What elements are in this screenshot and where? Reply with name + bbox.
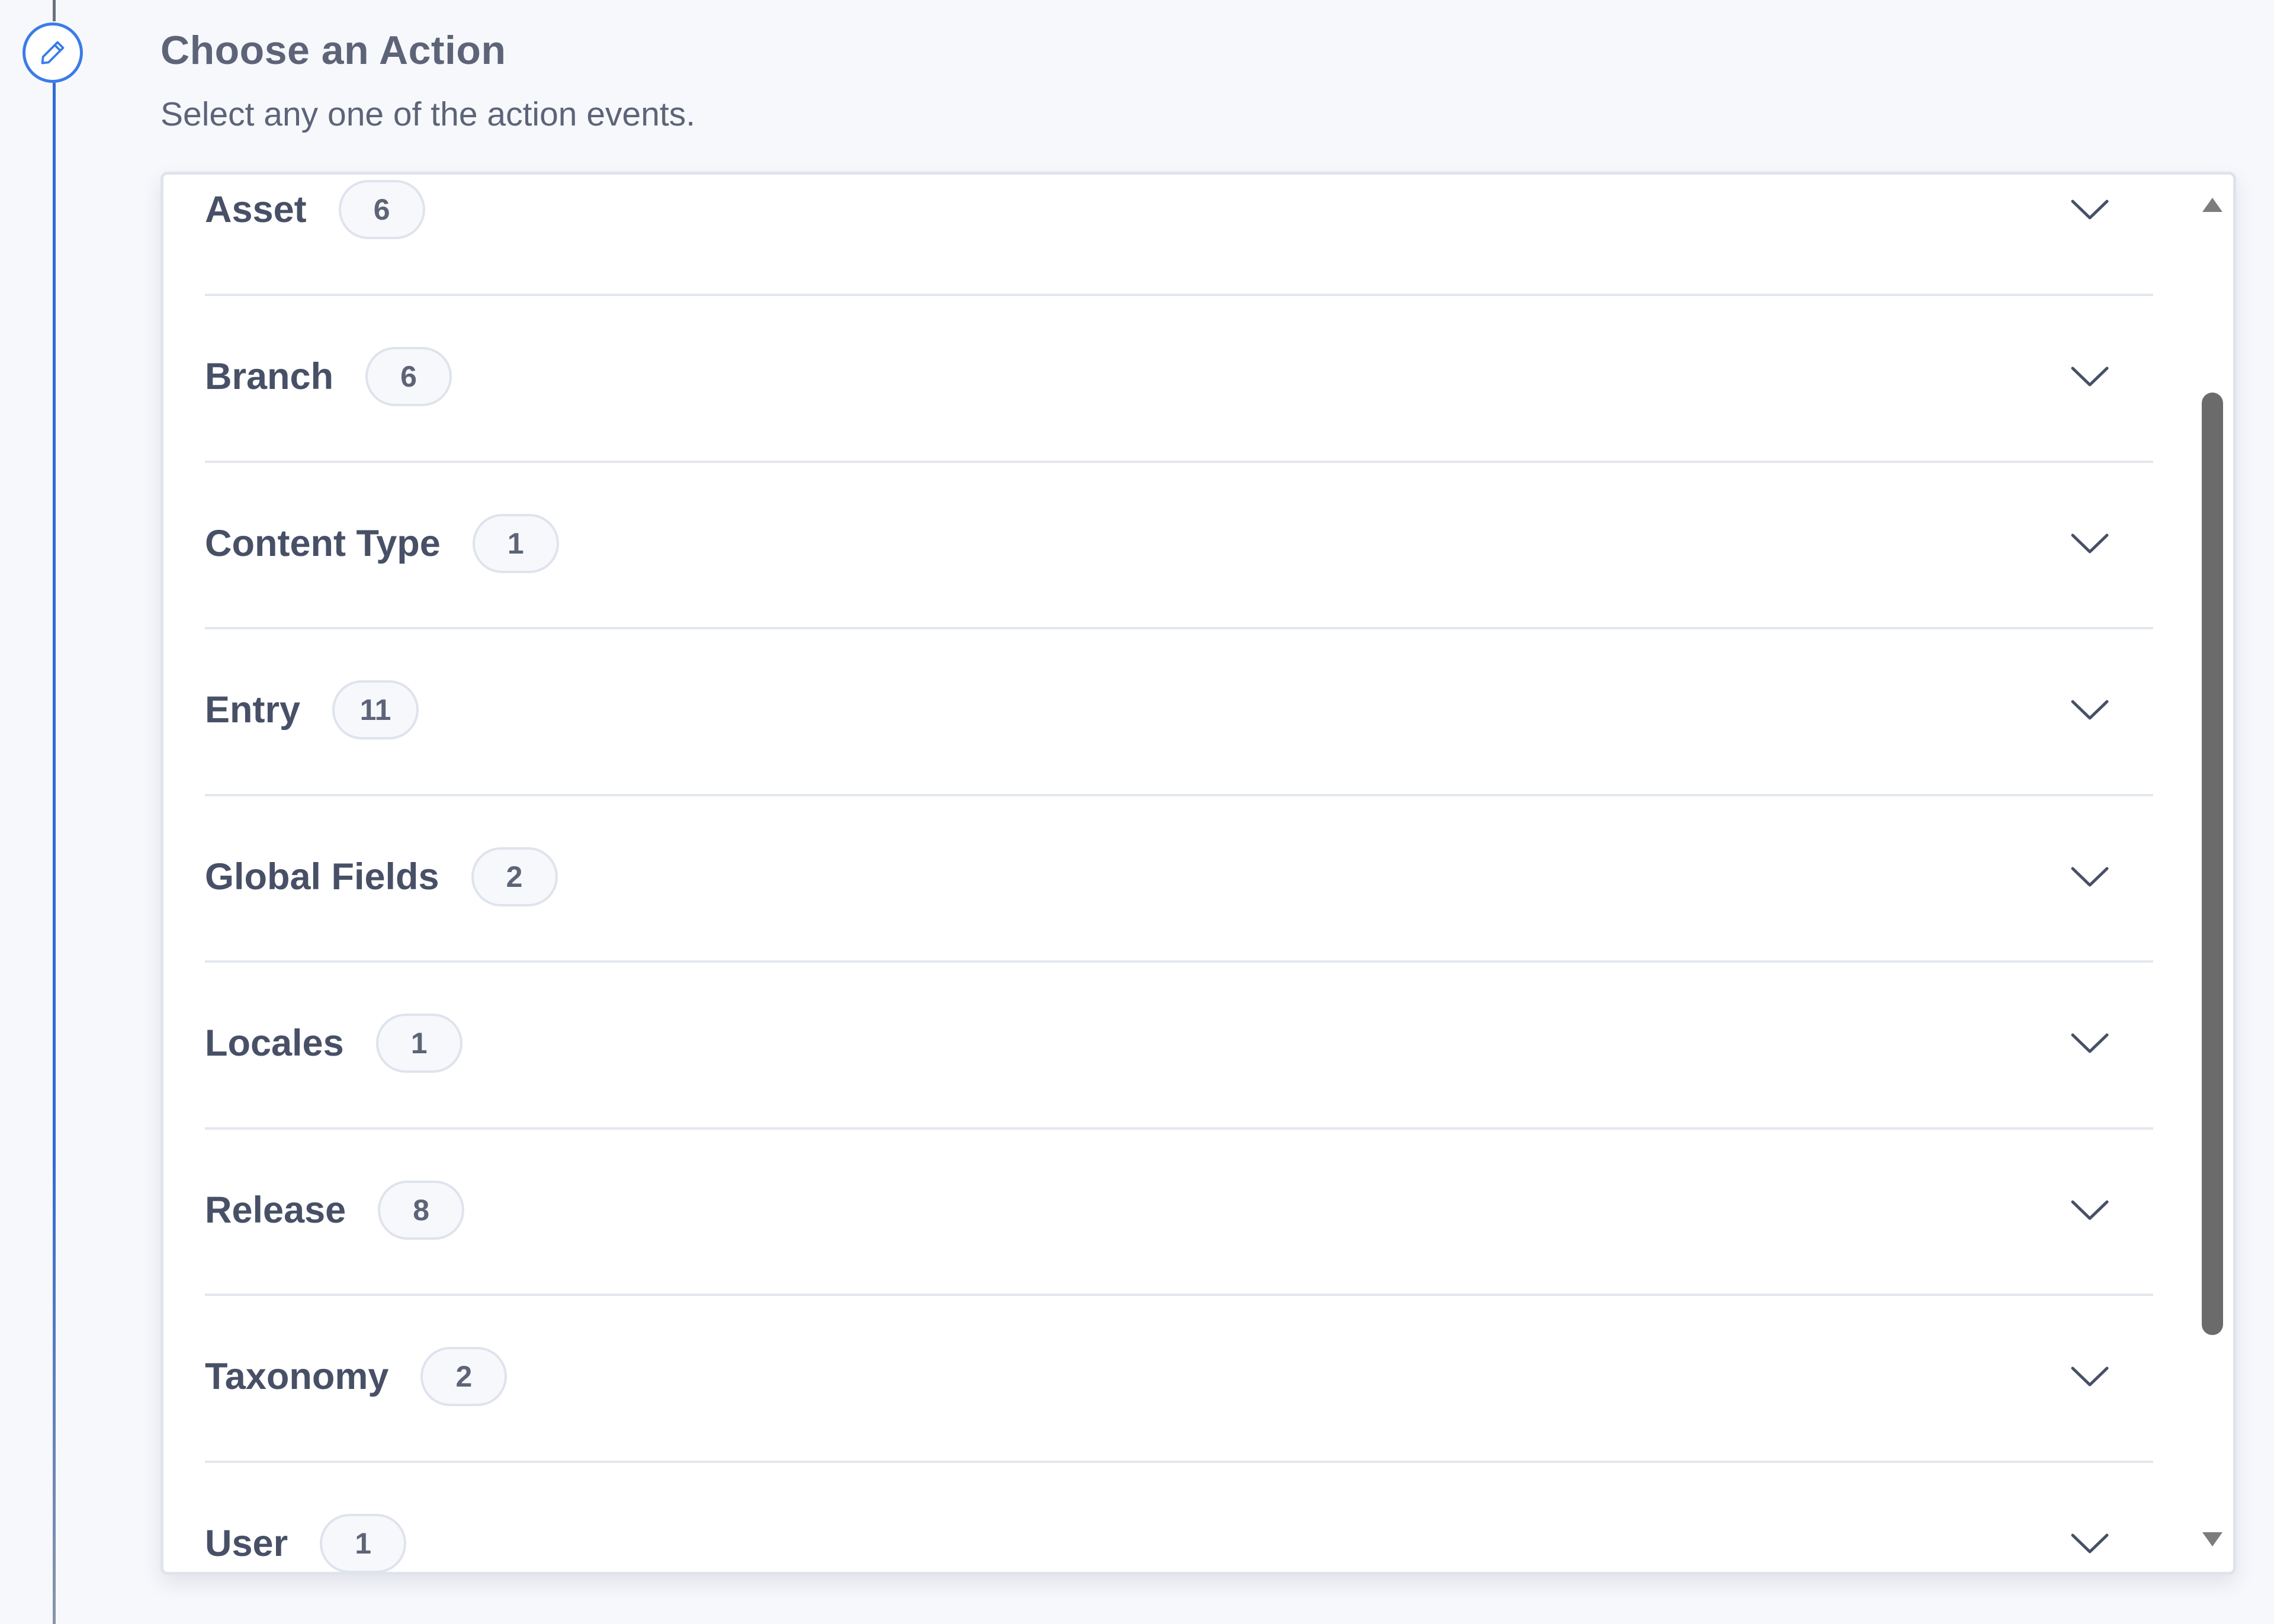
step-rail-top	[53, 0, 56, 21]
section-subtitle: Select any one of the action events.	[160, 95, 696, 133]
count-badge: 1	[320, 1514, 407, 1572]
row-label: Release	[205, 1189, 346, 1231]
scroll-up-arrow-icon[interactable]	[2201, 196, 2224, 214]
row-divider	[205, 960, 2153, 963]
section-title: Choose an Action	[160, 28, 506, 73]
row-label: Global Fields	[205, 856, 439, 898]
chevron-down-icon[interactable]	[2069, 865, 2111, 889]
row-label: User	[205, 1523, 288, 1564]
row-divider	[205, 1294, 2153, 1296]
chevron-down-icon[interactable]	[2069, 1031, 2111, 1055]
accordion-row-global-fields[interactable]: Global Fields 2	[205, 818, 2153, 936]
action-events-list: Asset 6 Branch 6 Content Type 1 Entry 11 Glo…	[160, 172, 2236, 1575]
accordion-row-asset[interactable]: Asset 6	[205, 175, 2153, 269]
row-label: Asset	[205, 189, 307, 230]
accordion-row-entry[interactable]: Entry 11	[205, 651, 2153, 769]
count-badge: 11	[332, 680, 419, 739]
chevron-down-icon[interactable]	[2069, 1365, 2111, 1388]
row-divider	[205, 794, 2153, 796]
chevron-down-icon[interactable]	[2069, 365, 2111, 388]
row-divider	[205, 1127, 2153, 1130]
step-rail-line	[53, 83, 56, 1624]
accordion-row-user[interactable]: User 1	[205, 1484, 2153, 1572]
row-label: Content Type	[205, 523, 441, 564]
row-label: Branch	[205, 356, 334, 397]
chevron-down-icon[interactable]	[2069, 698, 2111, 722]
count-badge: 1	[472, 514, 559, 573]
pencil-icon	[41, 41, 65, 65]
count-badge: 8	[378, 1181, 465, 1240]
chevron-down-icon[interactable]	[2069, 532, 2111, 555]
row-divider	[205, 461, 2153, 463]
count-badge: 6	[365, 347, 452, 406]
row-label: Entry	[205, 689, 301, 731]
accordion-row-release[interactable]: Release 8	[205, 1151, 2153, 1269]
accordion-row-branch[interactable]: Branch 6	[205, 317, 2153, 436]
chevron-down-icon[interactable]	[2069, 1532, 2111, 1555]
scroll-down-arrow-icon[interactable]	[2201, 1530, 2224, 1548]
scrollbar-thumb[interactable]	[2202, 393, 2223, 1335]
accordion-row-locales[interactable]: Locales 1	[205, 984, 2153, 1102]
step-indicator	[23, 22, 83, 83]
row-label: Locales	[205, 1022, 344, 1064]
row-label: Taxonomy	[205, 1356, 389, 1397]
accordion-row-taxonomy[interactable]: Taxonomy 2	[205, 1317, 2153, 1436]
count-badge: 6	[338, 180, 425, 239]
row-divider	[205, 294, 2153, 296]
count-badge: 2	[471, 847, 558, 906]
row-divider	[205, 627, 2153, 629]
count-badge: 2	[420, 1347, 508, 1406]
row-divider	[205, 1461, 2153, 1463]
chevron-down-icon[interactable]	[2069, 198, 2111, 221]
count-badge: 1	[375, 1014, 462, 1073]
chevron-down-icon[interactable]	[2069, 1198, 2111, 1222]
accordion-row-content-type[interactable]: Content Type 1	[205, 484, 2153, 603]
